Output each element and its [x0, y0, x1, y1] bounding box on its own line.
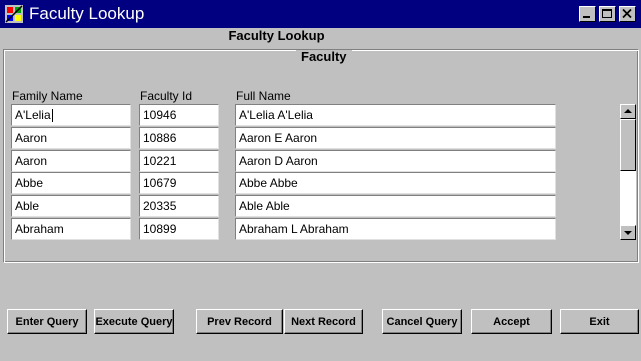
enter-query-button[interactable]: Enter Query: [7, 309, 87, 334]
window-title: Faculty Lookup: [29, 4, 145, 23]
faculty-id-field[interactable]: 10886: [139, 127, 219, 149]
full-name-field[interactable]: Able Able: [235, 195, 556, 217]
maximize-button[interactable]: [599, 6, 616, 22]
full-name-column-label: Full Name: [236, 89, 291, 103]
scroll-thumb[interactable]: [620, 119, 636, 171]
app-icon[interactable]: [5, 5, 23, 23]
text-cursor: [51, 109, 53, 123]
family-name-value: A'Lelia: [15, 108, 51, 122]
faculty-id-field[interactable]: 10221: [139, 150, 219, 172]
family-name-field[interactable]: Aaron: [11, 150, 131, 172]
minimize-button[interactable]: [579, 6, 596, 22]
family-name-field[interactable]: Aaron: [11, 127, 131, 149]
cancel-query-button[interactable]: Cancel Query: [382, 309, 462, 334]
form-title: Faculty Lookup: [228, 28, 325, 43]
faculty-id-field[interactable]: 10679: [139, 172, 219, 194]
arrow-up-icon: [624, 109, 632, 113]
window-titlebar[interactable]: Faculty Lookup: [0, 0, 641, 28]
full-name-field[interactable]: A'Lelia A'Lelia: [235, 104, 556, 126]
accept-button[interactable]: Accept: [471, 309, 552, 334]
exit-button[interactable]: Exit: [560, 309, 639, 334]
next-record-button[interactable]: Next Record: [284, 309, 363, 334]
faculty-id-field[interactable]: 10899: [139, 218, 219, 240]
minimize-icon: [583, 16, 590, 18]
faculty-id-field[interactable]: 10946: [139, 104, 219, 126]
prev-record-button[interactable]: Prev Record: [196, 309, 283, 334]
faculty-group-label: Faculty: [296, 50, 352, 64]
family-name-field[interactable]: Abbe: [11, 172, 131, 194]
arrow-down-icon: [624, 231, 632, 235]
scroll-up-button[interactable]: [620, 104, 636, 119]
maximize-icon: [602, 9, 612, 18]
full-name-field[interactable]: Aaron E Aaron: [235, 127, 556, 149]
records-scrollbar[interactable]: [620, 104, 636, 240]
faculty-id-field[interactable]: 20335: [139, 195, 219, 217]
close-icon: [622, 8, 632, 19]
full-name-field[interactable]: Abraham L Abraham: [235, 218, 556, 240]
scroll-down-button[interactable]: [620, 225, 636, 240]
full-name-field[interactable]: Abbe Abbe: [235, 172, 556, 194]
execute-query-button[interactable]: Execute Query: [94, 309, 174, 334]
family-name-field[interactable]: Able: [11, 195, 131, 217]
close-button[interactable]: [619, 6, 636, 22]
family-name-field[interactable]: A'Lelia: [11, 104, 131, 126]
family-name-field[interactable]: Abraham: [11, 218, 131, 240]
full-name-field[interactable]: Aaron D Aaron: [235, 150, 556, 172]
faculty-id-column-label: Faculty Id: [140, 89, 193, 103]
family-name-column-label: Family Name: [12, 89, 83, 103]
